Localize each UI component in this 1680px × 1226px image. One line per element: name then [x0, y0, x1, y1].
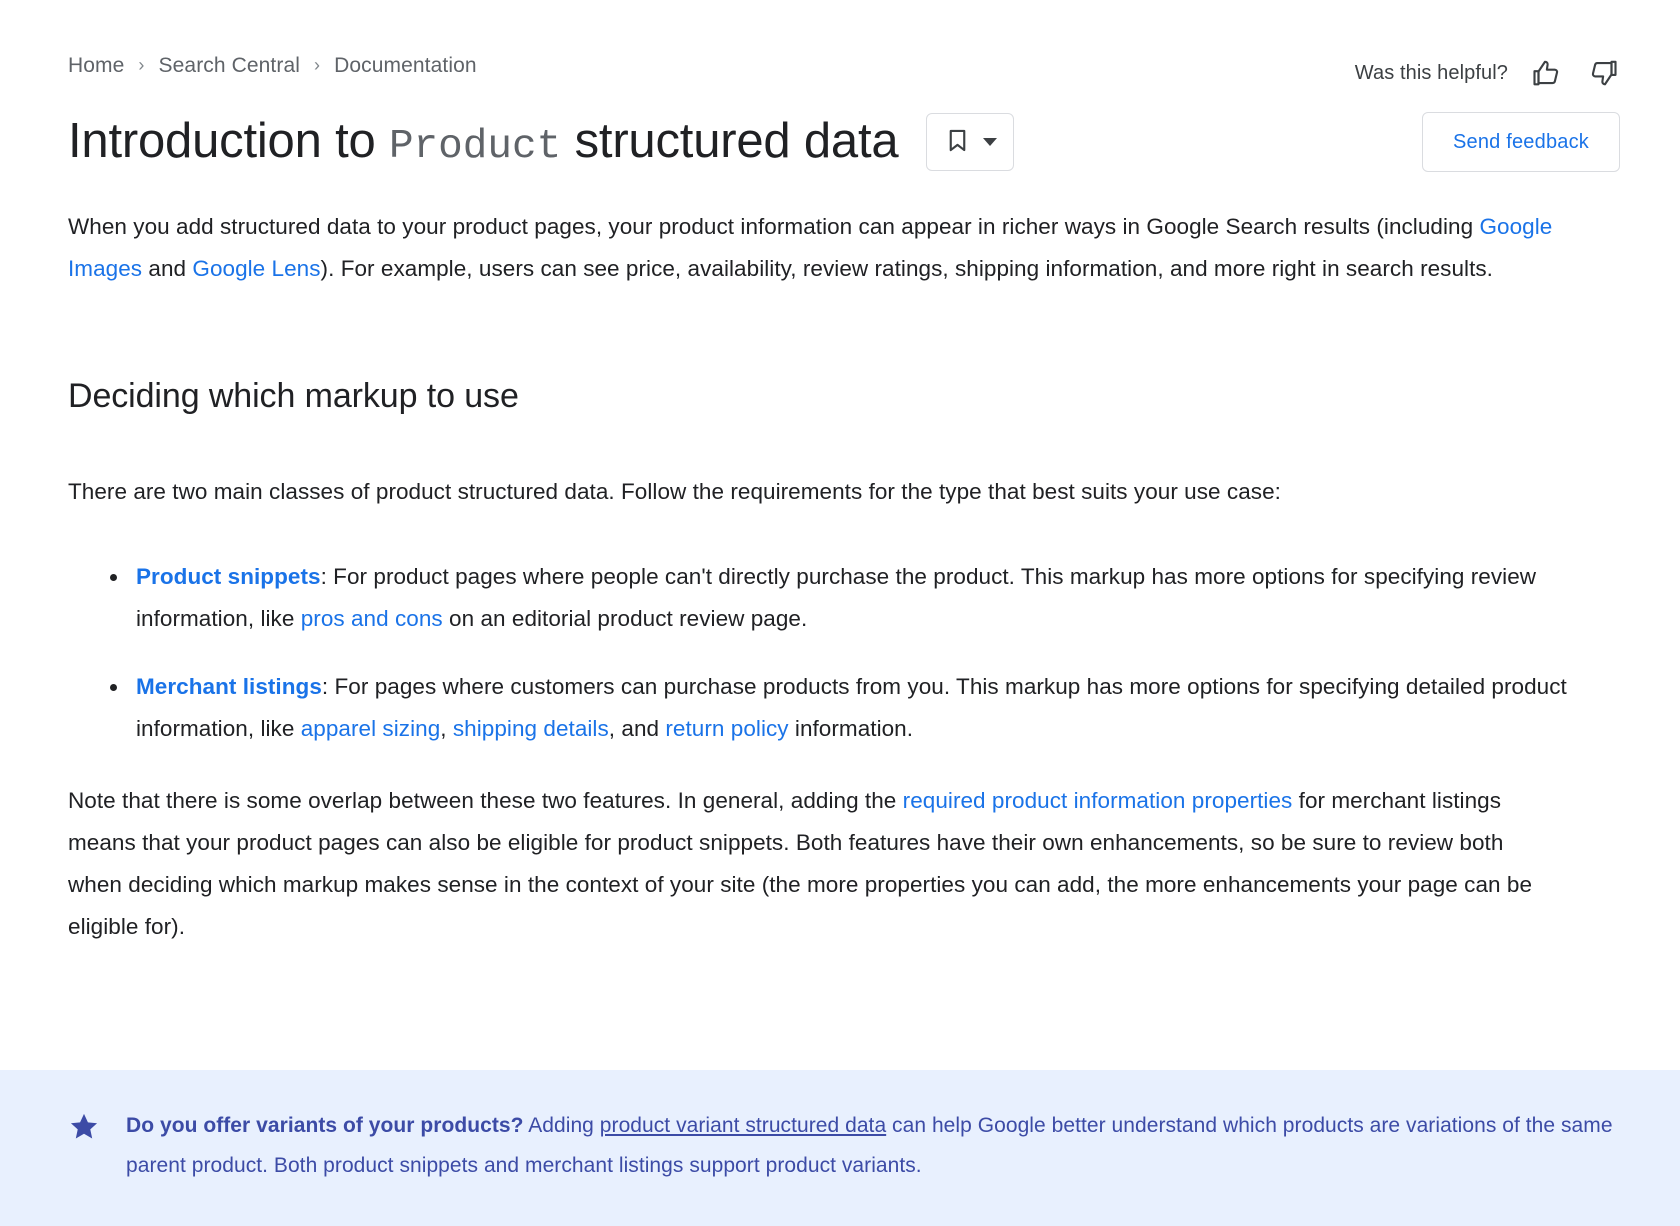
- link-pros-and-cons[interactable]: pros and cons: [301, 606, 443, 631]
- section-lead-paragraph: There are two main classes of product st…: [68, 478, 1281, 504]
- link-product-snippets[interactable]: Product snippets: [136, 564, 321, 589]
- bullet-2-text-mid-1: ,: [440, 715, 453, 741]
- overlap-note-paragraph: Note that there is some overlap between …: [68, 780, 1538, 948]
- thumb-down-icon: [1588, 58, 1618, 88]
- product-variants-callout: Do you offer variants of your products? …: [0, 1070, 1680, 1226]
- title-row: Introduction to Product structured data …: [0, 90, 1680, 172]
- intro-paragraph: When you add structured data to your pro…: [68, 206, 1598, 290]
- section-heading-deciding-markup: Deciding which markup to use: [68, 377, 519, 415]
- bookmark-button[interactable]: [926, 113, 1015, 171]
- page-title: Introduction to Product structured data: [68, 113, 899, 171]
- documentation-page: Home › Search Central › Documentation Wa…: [0, 0, 1680, 1226]
- callout-text: Do you offer variants of your products? …: [126, 1106, 1620, 1186]
- breadcrumb-item-home[interactable]: Home: [68, 54, 124, 78]
- page-title-code: Product: [388, 123, 562, 170]
- link-merchant-listings[interactable]: Merchant listings: [136, 674, 322, 699]
- top-bar: Home › Search Central › Documentation Wa…: [0, 0, 1680, 90]
- bookmark-icon: [944, 127, 971, 157]
- callout-bold-lead: Do you offer variants of your products?: [126, 1114, 524, 1137]
- helpful-label: Was this helpful?: [1354, 61, 1508, 84]
- breadcrumb-separator-icon: ›: [138, 55, 145, 75]
- callout-text-a: Adding: [523, 1114, 600, 1137]
- breadcrumb-item-search-central[interactable]: Search Central: [159, 54, 300, 78]
- thumb-down-button[interactable]: [1586, 56, 1620, 90]
- intro-text-b: and: [142, 256, 193, 281]
- helpful-feedback-group: Was this helpful?: [1355, 54, 1620, 90]
- thumb-up-icon: [1532, 58, 1562, 88]
- breadcrumb-item-documentation[interactable]: Documentation: [334, 54, 477, 78]
- chevron-down-icon: [982, 138, 997, 146]
- bullet-1-text-b: on an editorial product review page.: [442, 605, 808, 631]
- list-item: Merchant listings: For pages where custo…: [110, 666, 1606, 750]
- breadcrumb-separator-icon: ›: [314, 55, 321, 75]
- page-title-suffix: structured data: [561, 113, 899, 168]
- link-required-product-information-properties[interactable]: required product information properties: [903, 788, 1293, 813]
- page-title-prefix: Introduction to: [68, 113, 389, 168]
- link-apparel-sizing[interactable]: apparel sizing: [301, 716, 441, 741]
- link-google-lens[interactable]: Google Lens: [192, 256, 320, 281]
- intro-text-c: ). For example, users can see price, ava…: [320, 256, 1493, 281]
- link-product-variant-structured-data[interactable]: product variant structured data: [600, 1114, 886, 1137]
- link-shipping-details[interactable]: shipping details: [453, 716, 609, 741]
- breadcrumb: Home › Search Central › Documentation: [68, 54, 477, 78]
- bullet-2-text-mid-2: , and: [608, 715, 666, 741]
- star-icon: [68, 1106, 100, 1148]
- bullet-2-text-b: information.: [788, 715, 914, 741]
- list-item: Product snippets: For product pages wher…: [110, 556, 1606, 640]
- intro-text-a: When you add structured data to your pro…: [68, 214, 1480, 239]
- link-return-policy[interactable]: return policy: [665, 716, 788, 741]
- send-feedback-button[interactable]: Send feedback: [1421, 112, 1620, 172]
- note-text-a: Note that there is some overlap between …: [68, 787, 903, 813]
- markup-class-list: Product snippets: For product pages wher…: [68, 556, 1620, 750]
- thumb-up-button[interactable]: [1530, 56, 1564, 90]
- main-content: When you add structured data to your pro…: [0, 206, 1680, 948]
